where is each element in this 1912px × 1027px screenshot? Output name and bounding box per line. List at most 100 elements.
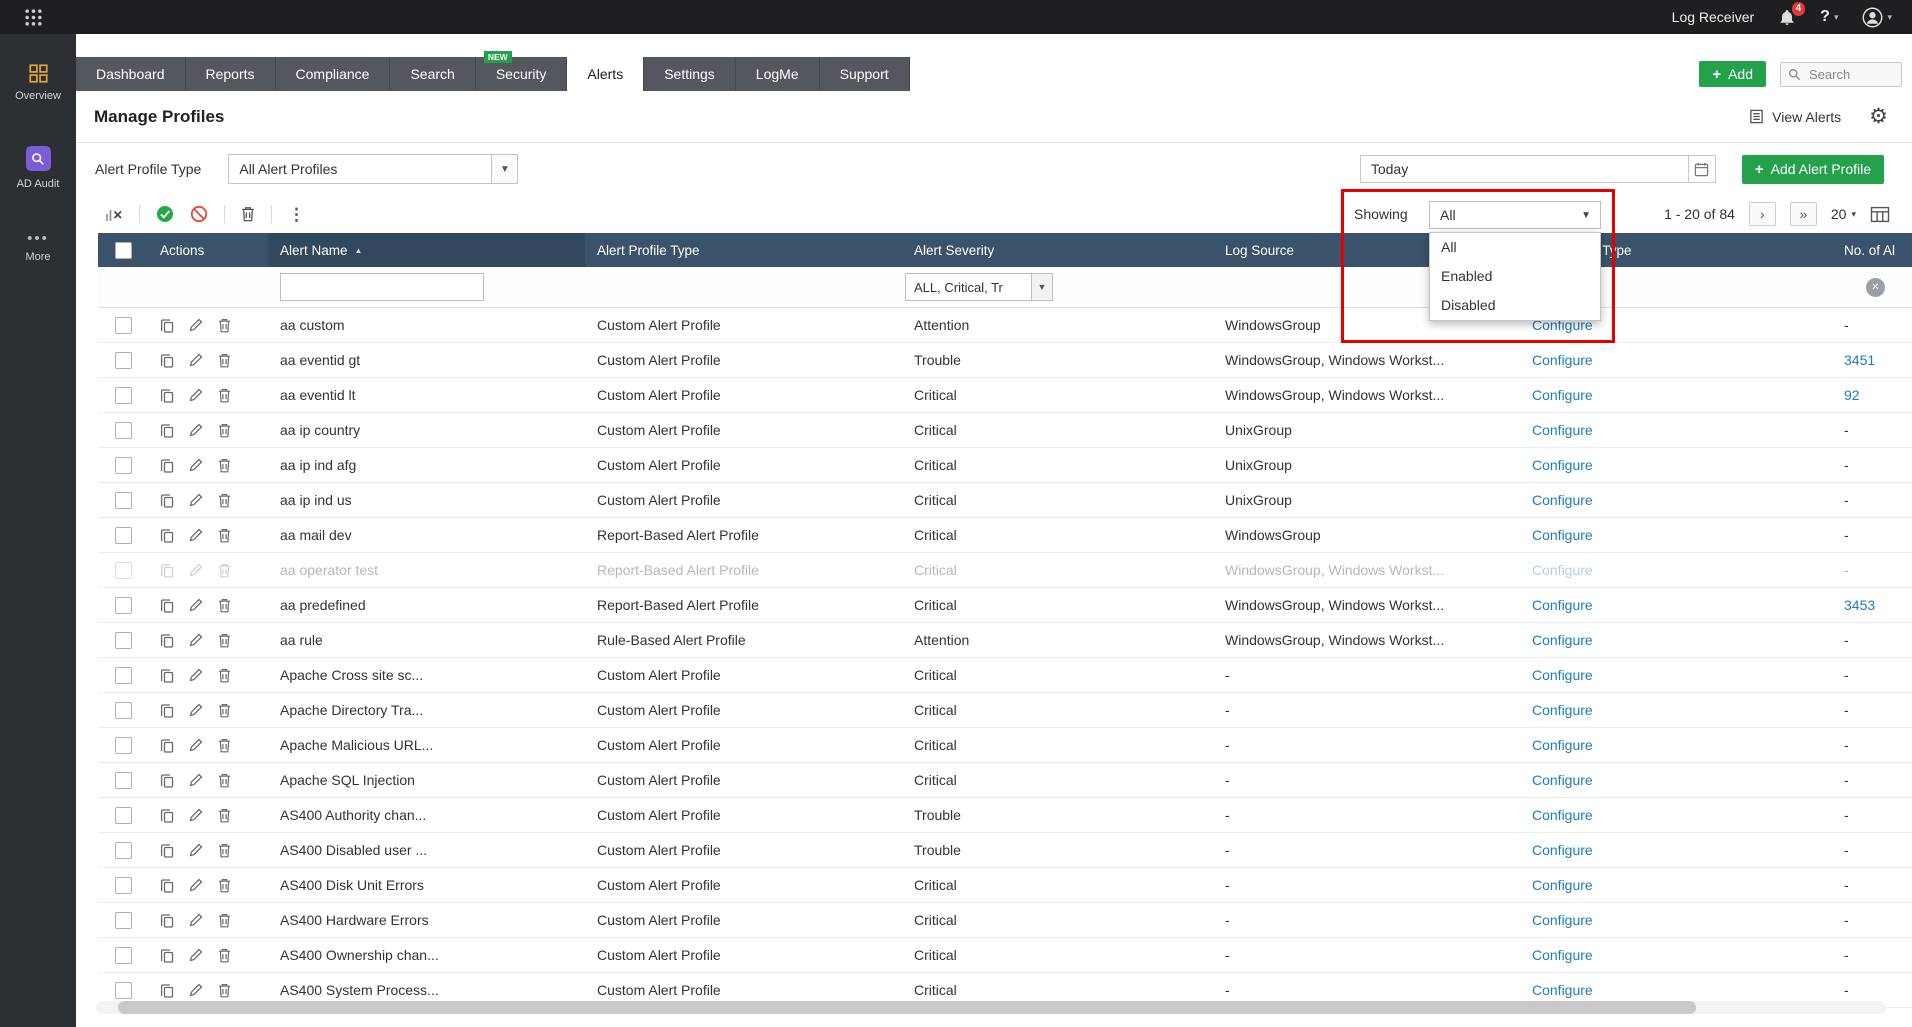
copy-icon[interactable] — [160, 528, 174, 543]
configure-link[interactable]: Configure — [1532, 492, 1593, 508]
alert-profile-type-select[interactable]: All Alert Profiles ▼ — [228, 154, 518, 184]
add-alert-profile-button[interactable]: + Add Alert Profile — [1742, 155, 1884, 184]
delete-trash-icon[interactable] — [218, 703, 231, 718]
edit-pencil-icon[interactable] — [189, 703, 203, 717]
edit-pencil-icon[interactable] — [189, 983, 203, 997]
tab-dashboard[interactable]: Dashboard — [76, 57, 186, 91]
edit-pencil-icon[interactable] — [189, 388, 203, 402]
calendar-icon[interactable] — [1688, 156, 1715, 182]
configure-link[interactable]: Configure — [1532, 457, 1593, 473]
row-checkbox[interactable] — [115, 877, 132, 894]
copy-icon[interactable] — [160, 703, 174, 718]
copy-icon[interactable] — [160, 353, 174, 368]
configure-link[interactable]: Configure — [1532, 387, 1593, 403]
edit-pencil-icon[interactable] — [189, 423, 203, 437]
row-checkbox[interactable] — [115, 422, 132, 439]
edit-pencil-icon[interactable] — [189, 598, 203, 612]
row-checkbox[interactable] — [115, 702, 132, 719]
showing-option[interactable]: All — [1430, 233, 1600, 262]
delete-trash-icon[interactable] — [218, 388, 231, 403]
tab-settings[interactable]: Settings — [644, 57, 736, 91]
showing-option[interactable]: Disabled — [1430, 291, 1600, 320]
edit-pencil-icon[interactable] — [189, 493, 203, 507]
copy-icon[interactable] — [160, 423, 174, 438]
row-checkbox[interactable] — [115, 457, 132, 474]
tab-compliance[interactable]: Compliance — [276, 57, 391, 91]
edit-pencil-icon[interactable] — [189, 528, 203, 542]
row-checkbox[interactable] — [115, 317, 132, 334]
add-button[interactable]: + Add — [1699, 61, 1766, 87]
configure-link[interactable]: Configure — [1532, 562, 1593, 578]
edit-pencil-icon[interactable] — [189, 773, 203, 787]
delete-trash-icon[interactable] — [218, 983, 231, 998]
delete-trash-icon[interactable] — [218, 563, 231, 578]
delete-trash-icon[interactable] — [218, 808, 231, 823]
showing-option[interactable]: Enabled — [1430, 262, 1600, 291]
enable-check-icon[interactable] — [156, 205, 174, 223]
row-checkbox[interactable] — [115, 492, 132, 509]
next-page-button[interactable]: › — [1749, 202, 1776, 226]
copy-icon[interactable] — [160, 878, 174, 893]
delete-trash-icon[interactable] — [218, 738, 231, 753]
copy-icon[interactable] — [160, 843, 174, 858]
row-checkbox[interactable] — [115, 352, 132, 369]
log-receiver-link[interactable]: Log Receiver — [1672, 9, 1755, 25]
delete-trash-icon[interactable] — [218, 843, 231, 858]
row-checkbox[interactable] — [115, 947, 132, 964]
disable-block-icon[interactable] — [190, 205, 208, 223]
copy-icon[interactable] — [160, 633, 174, 648]
gear-icon[interactable]: ⚙ — [1869, 106, 1888, 127]
column-alert-severity[interactable]: Alert Severity — [902, 243, 1213, 258]
configure-link[interactable]: Configure — [1532, 667, 1593, 683]
copy-icon[interactable] — [160, 458, 174, 473]
app-grid-icon[interactable] — [24, 8, 43, 27]
configure-link[interactable]: Configure — [1532, 807, 1593, 823]
scrollbar-thumb[interactable] — [118, 1001, 1696, 1014]
configure-link[interactable]: Configure — [1532, 772, 1593, 788]
configure-link[interactable]: Configure — [1532, 527, 1593, 543]
delete-trash-icon[interactable] — [218, 318, 231, 333]
row-checkbox[interactable] — [115, 562, 132, 579]
tab-alerts[interactable]: Alerts — [567, 57, 644, 91]
copy-icon[interactable] — [160, 913, 174, 928]
row-checkbox[interactable] — [115, 912, 132, 929]
severity-filter-select[interactable]: ALL, Critical, Tr ▼ — [905, 273, 1053, 301]
column-alert-count[interactable]: No. of Al — [1768, 243, 1912, 258]
alert-name-filter-input[interactable] — [280, 273, 484, 301]
delete-trash-icon[interactable] — [218, 913, 231, 928]
notifications-bell-icon[interactable]: 4 — [1778, 9, 1796, 26]
edit-pencil-icon[interactable] — [189, 913, 203, 927]
column-alert-profile-type[interactable]: Alert Profile Type — [585, 243, 902, 258]
edit-pencil-icon[interactable] — [189, 843, 203, 857]
configure-link[interactable]: Configure — [1532, 842, 1593, 858]
copy-icon[interactable] — [160, 983, 174, 998]
tab-search[interactable]: Search — [390, 57, 475, 91]
copy-icon[interactable] — [160, 563, 174, 578]
delete-trash-icon[interactable] — [218, 458, 231, 473]
search-input[interactable] — [1807, 66, 1889, 83]
configure-link[interactable]: Configure — [1532, 352, 1593, 368]
delete-trash-icon[interactable] — [218, 878, 231, 893]
tab-security[interactable]: NEW Security — [476, 57, 568, 91]
showing-select[interactable]: All ▼ — [1429, 201, 1601, 229]
row-checkbox[interactable] — [115, 737, 132, 754]
copy-icon[interactable] — [160, 493, 174, 508]
edit-pencil-icon[interactable] — [189, 458, 203, 472]
edit-pencil-icon[interactable] — [189, 668, 203, 682]
last-page-button[interactable]: » — [1790, 202, 1817, 226]
row-checkbox[interactable] — [115, 387, 132, 404]
configure-link[interactable]: Configure — [1532, 947, 1593, 963]
edit-pencil-icon[interactable] — [189, 633, 203, 647]
row-checkbox[interactable] — [115, 527, 132, 544]
configure-link[interactable]: Configure — [1532, 737, 1593, 753]
edit-pencil-icon[interactable] — [189, 878, 203, 892]
tab-reports[interactable]: Reports — [186, 57, 276, 91]
delete-trash-icon[interactable] — [218, 948, 231, 963]
row-checkbox[interactable] — [115, 842, 132, 859]
row-checkbox[interactable] — [115, 807, 132, 824]
delete-trash-icon[interactable] — [218, 598, 231, 613]
edit-pencil-icon[interactable] — [189, 353, 203, 367]
delete-trash-icon[interactable] — [218, 353, 231, 368]
configure-link[interactable]: Configure — [1532, 982, 1593, 998]
sidebar-item-more[interactable]: ••• More — [25, 234, 50, 263]
